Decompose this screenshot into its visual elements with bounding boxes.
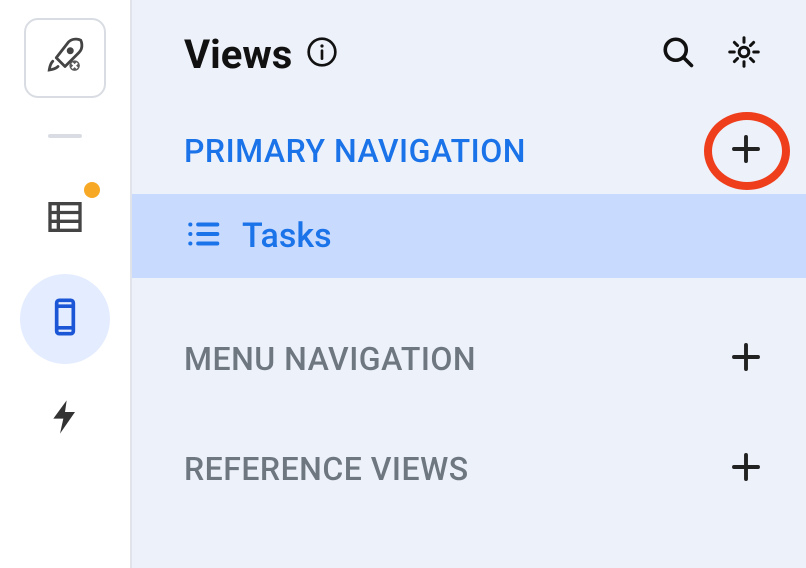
- list-icon: [184, 215, 222, 257]
- notification-dot: [84, 182, 100, 198]
- add-primary-view-button[interactable]: [724, 129, 768, 173]
- views-header: Views: [132, 0, 806, 108]
- plus-icon: [728, 449, 764, 489]
- page-title-wrap: Views: [184, 31, 338, 78]
- section-menu-navigation: MENU NAVIGATION: [132, 316, 806, 402]
- view-item-tasks[interactable]: Tasks: [132, 194, 806, 278]
- view-item-label: Tasks: [242, 216, 332, 256]
- sidebar-item-views[interactable]: [20, 274, 110, 364]
- page-title: Views: [184, 31, 292, 78]
- sidebar-item-data[interactable]: [20, 174, 110, 264]
- section-label: REFERENCE VIEWS: [184, 450, 469, 488]
- info-icon[interactable]: [306, 31, 338, 78]
- table-icon: [45, 197, 85, 241]
- sidebar-item-automation[interactable]: [20, 374, 110, 464]
- add-menu-view-button[interactable]: [724, 337, 768, 381]
- section-label: PRIMARY NAVIGATION: [184, 132, 526, 170]
- search-button[interactable]: [654, 30, 702, 78]
- app-launcher-button[interactable]: [24, 18, 106, 98]
- left-rail: [0, 0, 132, 568]
- gear-icon: [726, 34, 762, 74]
- plus-icon: [728, 339, 764, 379]
- mobile-icon: [45, 297, 85, 341]
- section-label: MENU NAVIGATION: [184, 340, 476, 378]
- rail-divider: [48, 134, 82, 138]
- plus-icon: [728, 131, 764, 171]
- settings-button[interactable]: [720, 30, 768, 78]
- lightning-icon: [45, 397, 85, 441]
- section-primary-navigation: PRIMARY NAVIGATION: [132, 108, 806, 194]
- add-reference-view-button[interactable]: [724, 447, 768, 491]
- main-panel: Views: [132, 0, 806, 568]
- rocket-icon: [44, 35, 86, 81]
- search-icon: [660, 34, 696, 74]
- section-reference-views: REFERENCE VIEWS: [132, 426, 806, 512]
